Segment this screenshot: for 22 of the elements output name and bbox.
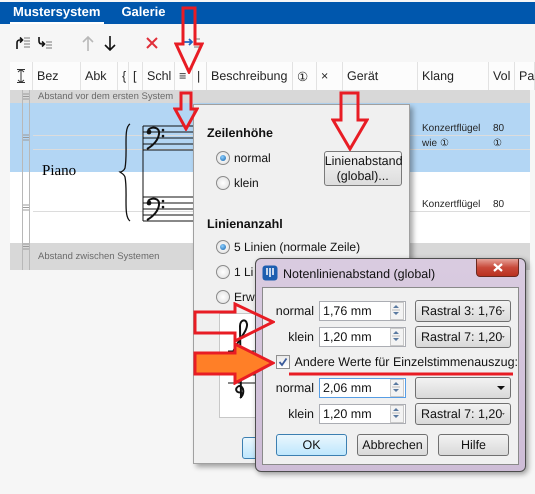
- sound-cell-text: Konzertflügel: [421, 199, 482, 210]
- radio-label: Erw: [234, 290, 255, 304]
- section-title: Zeilenhöhe: [207, 125, 274, 141]
- field-label: klein: [287, 407, 314, 421]
- spacer-label: Abstand vor dem ersten System: [37, 91, 174, 102]
- field-label: normal: [274, 304, 314, 318]
- checkbox-label: Andere Werte für Einzelstimmenauszug:: [294, 355, 518, 369]
- spacer-label: Abstand zwischen Systemen: [37, 251, 160, 262]
- dialog-title: Notenlinienabstand (global): [283, 267, 436, 281]
- instrument-name: Piano: [42, 163, 76, 180]
- section-title: Linienanzahl: [207, 216, 283, 232]
- radio-label: normal: [234, 150, 271, 164]
- sound-cell-text: Konzertflügel: [421, 123, 482, 134]
- volume-cell-text: ①: [492, 136, 503, 148]
- volume-cell-text: 80: [492, 199, 506, 210]
- radio-label: klein: [234, 176, 259, 190]
- sound-cell-text: wie ①: [421, 136, 450, 148]
- radio-label: 1 Li: [234, 264, 254, 278]
- field-label: klein: [287, 330, 314, 344]
- radio-label: 5 Linien (normale Zeile): [234, 240, 360, 254]
- field-label: normal: [274, 381, 314, 395]
- volume-cell-text: 80: [492, 123, 506, 134]
